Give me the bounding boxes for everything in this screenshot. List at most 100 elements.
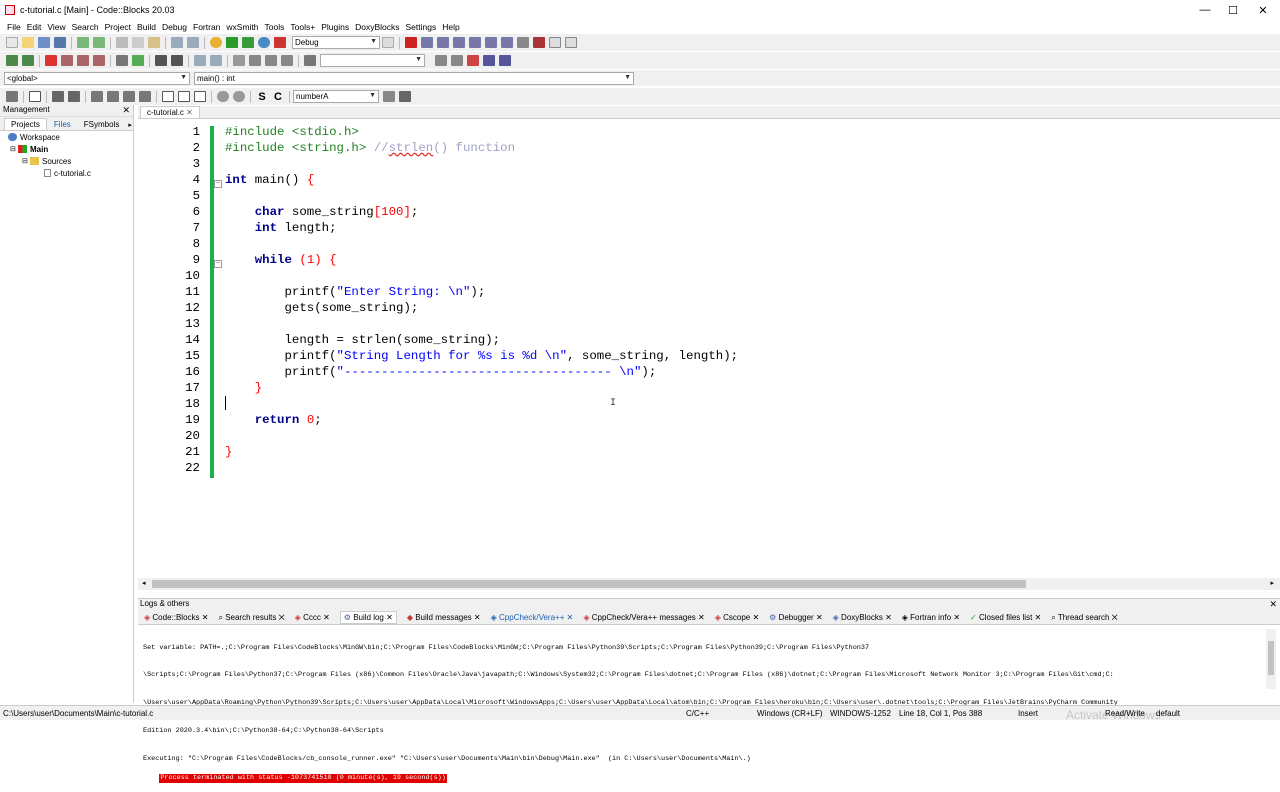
- doxy-chm-icon[interactable]: [210, 55, 222, 66]
- prev-bookmark-icon[interactable]: [61, 55, 73, 66]
- close-tab-icon[interactable]: ✕: [279, 613, 285, 622]
- build-target-select[interactable]: Debug ▼: [292, 36, 380, 49]
- box-2-icon[interactable]: [178, 91, 190, 102]
- menu-search[interactable]: Search: [72, 22, 99, 32]
- line-number[interactable]: 18: [138, 396, 200, 412]
- tree-folder-sources[interactable]: ⊟ Sources: [0, 155, 133, 167]
- tab-build-messages[interactable]: ◆ Build messages ✕: [407, 613, 481, 622]
- menu-build[interactable]: Build: [137, 22, 156, 32]
- line-number[interactable]: 22: [138, 460, 200, 476]
- next-bookmark-icon[interactable]: [77, 55, 89, 66]
- collapse-icon[interactable]: ⊟: [22, 157, 30, 165]
- scrollbar-thumb[interactable]: [152, 580, 1026, 588]
- close-tab-icon[interactable]: ✕: [474, 613, 481, 622]
- close-tab-icon[interactable]: ✕: [816, 613, 823, 622]
- symbol-search-select[interactable]: numberA ▼: [293, 90, 379, 103]
- next-line-icon[interactable]: [437, 37, 449, 48]
- line-number[interactable]: 17: [138, 380, 200, 396]
- doxy-html-icon[interactable]: [194, 55, 206, 66]
- align-justify-icon[interactable]: [139, 91, 151, 102]
- redo-icon[interactable]: [93, 37, 105, 48]
- debug-continue-icon[interactable]: [405, 37, 417, 48]
- line-comment-icon[interactable]: [171, 55, 183, 66]
- open-file-icon[interactable]: [22, 37, 34, 48]
- tab-codeblocks[interactable]: ◈ Code::Blocks ✕: [144, 613, 208, 622]
- step-out-icon[interactable]: [469, 37, 481, 48]
- close-icon[interactable]: ✕: [1269, 599, 1277, 610]
- stop-debugger-icon[interactable]: [533, 37, 545, 48]
- tab-scroll-arrow-icon[interactable]: ▸: [126, 120, 134, 130]
- debug-windows-icon[interactable]: [549, 37, 561, 48]
- next-icon[interactable]: [281, 55, 293, 66]
- symbol-find-icon[interactable]: [383, 91, 395, 102]
- maximize-button[interactable]: ☐: [1216, 0, 1250, 20]
- line-number[interactable]: 12: [138, 300, 200, 316]
- close-tab-icon[interactable]: ✕: [202, 613, 209, 622]
- symbol-c-icon[interactable]: C: [272, 91, 284, 103]
- close-tab-icon[interactable]: ✕: [752, 613, 759, 622]
- menu-file[interactable]: File: [7, 22, 21, 32]
- build-and-run-icon[interactable]: [242, 37, 254, 48]
- tree-file-c-tutorial[interactable]: c-tutorial.c: [0, 167, 133, 179]
- close-tab-icon[interactable]: ✕: [953, 613, 960, 622]
- tab-cppcheck-vera-messages[interactable]: ◈ CppCheck/Vera++ messages ✕: [583, 613, 704, 622]
- next-instruction-icon[interactable]: [485, 37, 497, 48]
- zoom-out-icon[interactable]: [233, 91, 245, 102]
- tab-fsymbols[interactable]: FSymbols: [78, 119, 126, 130]
- code-area[interactable]: 1 2 3 4 5 6 7 8 9 10 11 12 13 14 15 16 17 18 19 20 21 22 − − …: [138, 124, 1280, 584]
- copy-icon[interactable]: [132, 37, 144, 48]
- editor-tab-c-tutorial[interactable]: c-tutorial.c ✕: [140, 106, 200, 118]
- editor-horizontal-scrollbar[interactable]: ◂ ▸: [138, 578, 1280, 590]
- symbol-settings-icon[interactable]: [399, 91, 411, 102]
- line-number[interactable]: 6: [138, 204, 200, 220]
- grid-icon[interactable]: [52, 91, 64, 102]
- box-1-icon[interactable]: [162, 91, 174, 102]
- save-all-icon[interactable]: [54, 37, 66, 48]
- stop-icon[interactable]: [265, 55, 277, 66]
- toggle-bookmark-icon[interactable]: [45, 55, 57, 66]
- line-number[interactable]: 14: [138, 332, 200, 348]
- tab-doxyblocks[interactable]: ◈ DoxyBlocks ✕: [833, 613, 892, 622]
- step-into-instruction-icon[interactable]: [501, 37, 513, 48]
- menu-plugins[interactable]: Plugins: [321, 22, 349, 32]
- frame-icon[interactable]: [68, 91, 80, 102]
- line-number[interactable]: 19: [138, 412, 200, 428]
- align-center-icon[interactable]: [107, 91, 119, 102]
- line-number[interactable]: 21: [138, 444, 200, 460]
- close-tab-icon[interactable]: ✕: [567, 613, 574, 622]
- rebuild-icon[interactable]: [258, 37, 270, 48]
- menu-view[interactable]: View: [47, 22, 65, 32]
- panel-icon[interactable]: [29, 91, 41, 102]
- close-tab-icon[interactable]: ✕: [323, 613, 330, 622]
- close-icon[interactable]: ✕: [122, 105, 130, 116]
- target-options-icon[interactable]: [382, 37, 394, 48]
- close-tab-icon[interactable]: ✕: [386, 613, 393, 622]
- incremental-search-input[interactable]: ▼: [320, 54, 425, 67]
- search-prev-icon[interactable]: [435, 55, 447, 66]
- tab-build-log[interactable]: ⚙ Build log ✕: [339, 611, 397, 624]
- tree-project-main[interactable]: ⊟ Main: [0, 143, 133, 155]
- close-tab-icon[interactable]: ✕: [698, 613, 705, 622]
- break-debugger-icon[interactable]: [517, 37, 529, 48]
- tab-thread-search[interactable]: ⌕ Thread search ✕: [1051, 613, 1118, 623]
- clear-search-icon[interactable]: [304, 55, 316, 66]
- tools-icon[interactable]: [233, 55, 245, 66]
- line-number[interactable]: 1: [138, 124, 200, 140]
- abort-icon[interactable]: [274, 37, 286, 48]
- pointer-icon[interactable]: [6, 91, 18, 102]
- highlight-icon[interactable]: [467, 55, 479, 66]
- close-tab-icon[interactable]: ✕: [885, 613, 892, 622]
- tab-debugger[interactable]: ⚙ Debugger ✕: [769, 613, 822, 622]
- line-number[interactable]: 2: [138, 140, 200, 156]
- line-number[interactable]: 20: [138, 428, 200, 444]
- close-button[interactable]: ✕: [1246, 0, 1280, 20]
- scope-select[interactable]: <global> ▼: [4, 71, 190, 85]
- logs-vertical-scrollbar[interactable]: [1266, 629, 1276, 689]
- clear-bookmarks-icon[interactable]: [93, 55, 105, 66]
- line-number[interactable]: 13: [138, 316, 200, 332]
- run-to-cursor-icon[interactable]: [421, 37, 433, 48]
- line-number[interactable]: 4: [138, 172, 200, 188]
- build-icon[interactable]: [210, 37, 222, 48]
- align-left-icon[interactable]: [91, 91, 103, 102]
- tab-search-results[interactable]: ⌕ Search results ✕: [218, 613, 284, 623]
